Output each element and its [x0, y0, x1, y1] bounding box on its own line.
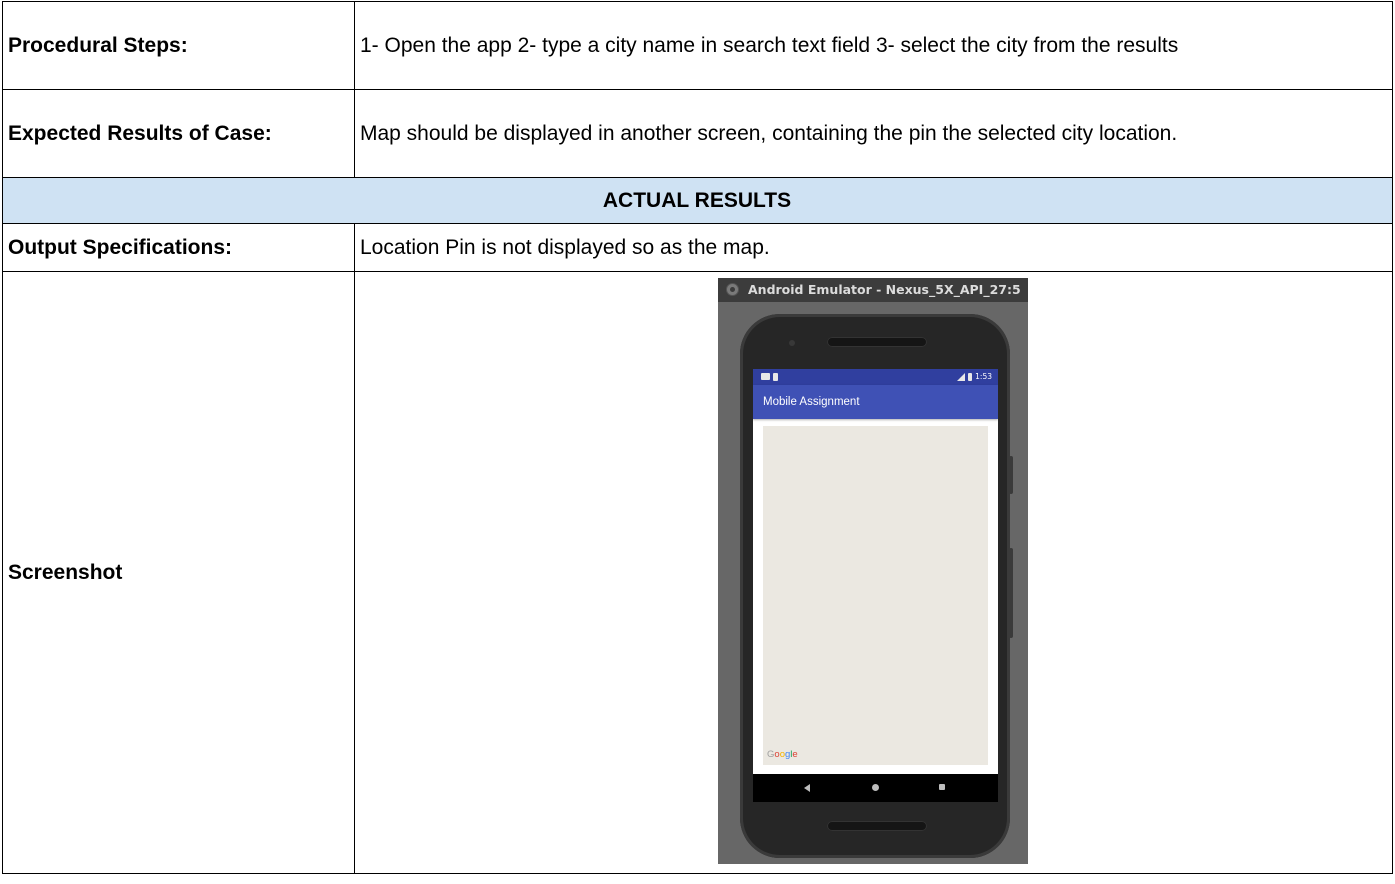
recents-square-icon[interactable]	[939, 784, 945, 790]
output-specifications-row: Output Specifications: Location Pin is n…	[2, 223, 1393, 272]
actual-results-header: ACTUAL RESULTS	[2, 177, 1393, 224]
bottom-speaker-grille	[827, 821, 927, 831]
battery-icon	[968, 373, 973, 381]
top-speaker-grille	[827, 337, 927, 347]
expected-results-label: Expected Results of Case:	[2, 89, 355, 178]
output-specifications-label: Output Specifications:	[2, 223, 355, 272]
screenshot-label: Screenshot	[2, 271, 355, 874]
app-title: Mobile Assignment	[763, 396, 860, 408]
output-specifications-value: Location Pin is not displayed so as the …	[354, 223, 1393, 272]
app-bar: Mobile Assignment	[753, 385, 998, 419]
procedural-steps-row: Procedural Steps: 1- Open the app 2- typ…	[2, 1, 1393, 90]
procedural-steps-label: Procedural Steps:	[2, 1, 355, 90]
screenshot-cell: Android Emulator - Nexus_5X_API_27:5 1:5…	[354, 271, 1393, 874]
navigation-bar	[753, 774, 998, 802]
status-system-icons: 1:53	[957, 371, 992, 383]
back-triangle-icon[interactable]	[804, 784, 810, 792]
test-case-table: Procedural Steps: 1- Open the app 2- typ…	[2, 1, 1393, 874]
emulator-screenshot: Android Emulator - Nexus_5X_API_27:5 1:5…	[718, 278, 1028, 864]
front-camera-icon	[789, 340, 795, 346]
status-notifications	[761, 373, 778, 381]
phone-screen: 1:53 Mobile Assignment Google	[753, 369, 998, 802]
emulator-title-bar: Android Emulator - Nexus_5X_API_27:5	[718, 278, 1028, 302]
expected-results-value: Map should be displayed in another scree…	[354, 89, 1393, 178]
volume-button[interactable]	[1009, 548, 1013, 638]
screenshot-row: Screenshot Android Emulator - Nexus_5X_A…	[2, 271, 1393, 874]
circle-close-icon[interactable]	[726, 283, 739, 296]
status-bar: 1:53	[753, 369, 998, 385]
signal-icon	[957, 373, 966, 381]
emulator-window-title: Android Emulator - Nexus_5X_API_27:5	[748, 282, 1021, 297]
procedural-steps-value: 1- Open the app 2- type a city name in s…	[354, 1, 1393, 90]
map-view[interactable]: Google	[763, 426, 988, 765]
sim-card-icon	[761, 373, 770, 380]
sd-card-icon	[773, 373, 778, 381]
actual-results-header-row: ACTUAL RESULTS	[2, 177, 1393, 224]
google-logo: Google	[767, 749, 798, 760]
power-button[interactable]	[1009, 456, 1013, 494]
status-time: 1:53	[975, 372, 992, 381]
expected-results-row: Expected Results of Case: Map should be …	[2, 89, 1393, 178]
home-circle-icon[interactable]	[872, 784, 879, 791]
